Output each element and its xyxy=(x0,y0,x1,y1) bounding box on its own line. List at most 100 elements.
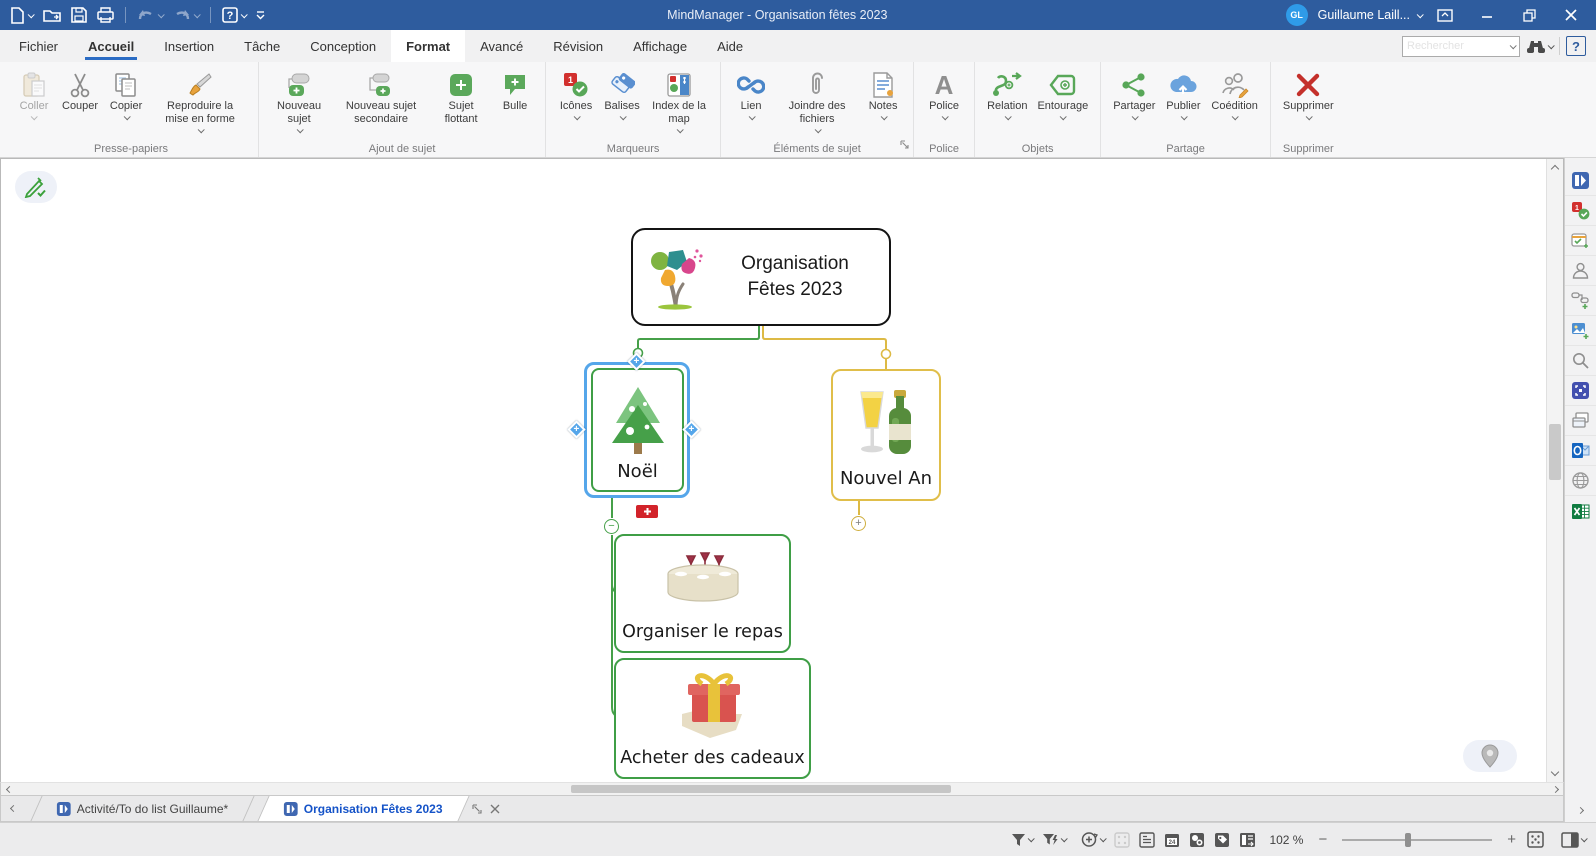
fit-selection-button[interactable] xyxy=(1114,832,1130,848)
markers-pane-button[interactable]: 1 xyxy=(1565,196,1596,226)
tab-conception[interactable]: Conception xyxy=(295,30,391,62)
new-subtopic-button[interactable]: Nouveau sujet secondaire xyxy=(332,67,430,126)
redo-button[interactable] xyxy=(169,5,203,25)
find-button[interactable] xyxy=(1526,38,1553,54)
walkthrough-button[interactable] xyxy=(1081,831,1105,848)
schedule-view-button[interactable]: 24 xyxy=(1164,832,1180,848)
customize-toolbar-button[interactable] xyxy=(252,8,269,23)
window-pane-button[interactable] xyxy=(1565,406,1596,436)
copy-button[interactable]: Copier xyxy=(103,67,149,120)
filter-button[interactable] xyxy=(1011,833,1033,847)
restore-button[interactable] xyxy=(1510,1,1548,29)
boundary-button[interactable]: Entourage xyxy=(1032,67,1093,120)
help-button[interactable]: ? xyxy=(1566,36,1586,56)
zoom-out-button[interactable]: − xyxy=(1316,831,1329,848)
horizontal-scroll-thumb[interactable] xyxy=(571,785,951,793)
avatar[interactable]: GL xyxy=(1286,4,1308,26)
font-button[interactable]: A Police xyxy=(921,67,967,120)
dialog-launcher-icon[interactable] xyxy=(900,136,909,154)
scroll-down-arrow[interactable] xyxy=(1547,764,1563,780)
tab-avance[interactable]: Avancé xyxy=(465,30,538,62)
tab-tache[interactable]: Tâche xyxy=(229,30,295,62)
coediting-indicator[interactable] xyxy=(15,171,57,203)
chevron-down-icon[interactable] xyxy=(1417,11,1424,18)
print-button[interactable] xyxy=(93,4,118,26)
tab-affichage[interactable]: Affichage xyxy=(618,30,702,62)
web-globe-button[interactable] xyxy=(1565,466,1596,496)
fit-map-button[interactable] xyxy=(1527,831,1544,848)
tags-view-button[interactable] xyxy=(1214,832,1230,848)
icons-view-button[interactable] xyxy=(1189,832,1205,848)
relationship-button[interactable]: Relation xyxy=(982,67,1032,120)
image-add-button[interactable] xyxy=(1565,316,1596,346)
notes-button[interactable]: Notes xyxy=(860,67,906,120)
close-button[interactable] xyxy=(1552,1,1590,29)
popout-tab-icon[interactable] xyxy=(472,804,482,814)
floating-topic-button[interactable]: Sujet flottant xyxy=(430,67,492,126)
map-location-button[interactable] xyxy=(1463,740,1517,772)
tab-scroll-left-arrow[interactable] xyxy=(5,796,22,821)
expand-toggle-nouvel-an[interactable]: + xyxy=(851,516,866,531)
fit-map-pane-button[interactable] xyxy=(1565,376,1596,406)
outline-view-button[interactable] xyxy=(1139,832,1155,848)
icons-button[interactable]: 1 Icônes xyxy=(553,67,599,120)
format-painter-button[interactable]: Reproduire la mise en forme xyxy=(149,67,251,133)
map-parts-button[interactable] xyxy=(1565,166,1596,196)
tab-revision[interactable]: Révision xyxy=(538,30,618,62)
central-topic[interactable]: Organisation Fêtes 2023 xyxy=(631,228,891,326)
tab-insertion[interactable]: Insertion xyxy=(149,30,229,62)
new-document-button[interactable] xyxy=(6,4,37,27)
link-button[interactable]: Lien xyxy=(728,67,774,120)
user-name[interactable]: Guillaume Laill... xyxy=(1318,8,1410,22)
cut-button[interactable]: Couper xyxy=(57,67,103,113)
callout-button[interactable]: Bulle xyxy=(492,67,538,113)
doc-tab-organisation-fetes[interactable]: Organisation Fêtes 2023 xyxy=(258,796,470,821)
vertical-scrollbar[interactable] xyxy=(1546,159,1563,782)
share-button[interactable]: Partager xyxy=(1108,67,1160,120)
scroll-left-arrow[interactable] xyxy=(1,781,17,797)
search-pane-button[interactable] xyxy=(1565,346,1596,376)
tab-fichier[interactable]: Fichier xyxy=(4,30,73,62)
topic-organiser-le-repas[interactable]: Organiser le repas xyxy=(614,534,791,653)
tab-accueil[interactable]: Accueil xyxy=(73,30,149,62)
open-button[interactable] xyxy=(39,5,65,26)
attach-files-button[interactable]: Joindre des fichiers xyxy=(774,67,860,133)
publish-button[interactable]: Publier xyxy=(1160,67,1206,120)
vertical-scroll-thumb[interactable] xyxy=(1549,424,1561,480)
outlook-button[interactable] xyxy=(1565,436,1596,466)
excel-button[interactable] xyxy=(1565,496,1596,526)
doc-tab-activite[interactable]: Activité/To do list Guillaume* xyxy=(30,796,255,821)
collapse-toggle-noel[interactable]: − xyxy=(604,519,619,534)
search-input[interactable] xyxy=(1403,40,1505,52)
save-button[interactable] xyxy=(67,4,91,26)
map-index-button[interactable]: Index de la map xyxy=(645,67,713,133)
tab-format[interactable]: Format xyxy=(391,30,465,62)
search-dropdown-arrow[interactable] xyxy=(1505,44,1519,49)
topic-acheter-des-cadeaux[interactable]: Acheter des cadeaux xyxy=(614,658,811,779)
undo-button[interactable] xyxy=(133,5,167,25)
help-menu-button[interactable]: ? xyxy=(218,4,250,26)
scroll-up-arrow[interactable] xyxy=(1547,161,1563,177)
topic-nouvel-an[interactable]: Nouvel An xyxy=(831,369,941,501)
contact-pane-button[interactable] xyxy=(1565,256,1596,286)
task-pane-toggle-button[interactable] xyxy=(1561,832,1586,848)
scroll-right-arrow[interactable] xyxy=(1547,781,1563,797)
zoom-slider-handle[interactable] xyxy=(1405,833,1411,847)
delete-button[interactable]: Supprimer xyxy=(1278,67,1339,120)
sidebar-expand-arrow[interactable] xyxy=(1578,800,1583,818)
task-add-badge[interactable] xyxy=(636,505,658,518)
topic-structure-button[interactable] xyxy=(1565,286,1596,316)
paste-button[interactable]: Coller xyxy=(11,67,57,120)
coediting-button[interactable]: Coédition xyxy=(1206,67,1262,120)
map-canvas[interactable]: Organisation Fêtes 2023 Noël xyxy=(0,158,1564,782)
task-info-button[interactable] xyxy=(1565,226,1596,256)
new-topic-button[interactable]: Nouveau sujet xyxy=(266,67,332,133)
horizontal-scrollbar[interactable] xyxy=(0,782,1564,796)
zoom-in-button[interactable]: + xyxy=(1505,831,1518,848)
power-filter-button[interactable] xyxy=(1042,833,1066,847)
minimize-button[interactable] xyxy=(1468,1,1506,29)
tags-button[interactable]: Balises xyxy=(599,67,645,120)
zoom-slider[interactable] xyxy=(1342,839,1492,841)
ribbon-display-options-button[interactable] xyxy=(1426,1,1464,29)
tab-aide[interactable]: Aide xyxy=(702,30,758,62)
